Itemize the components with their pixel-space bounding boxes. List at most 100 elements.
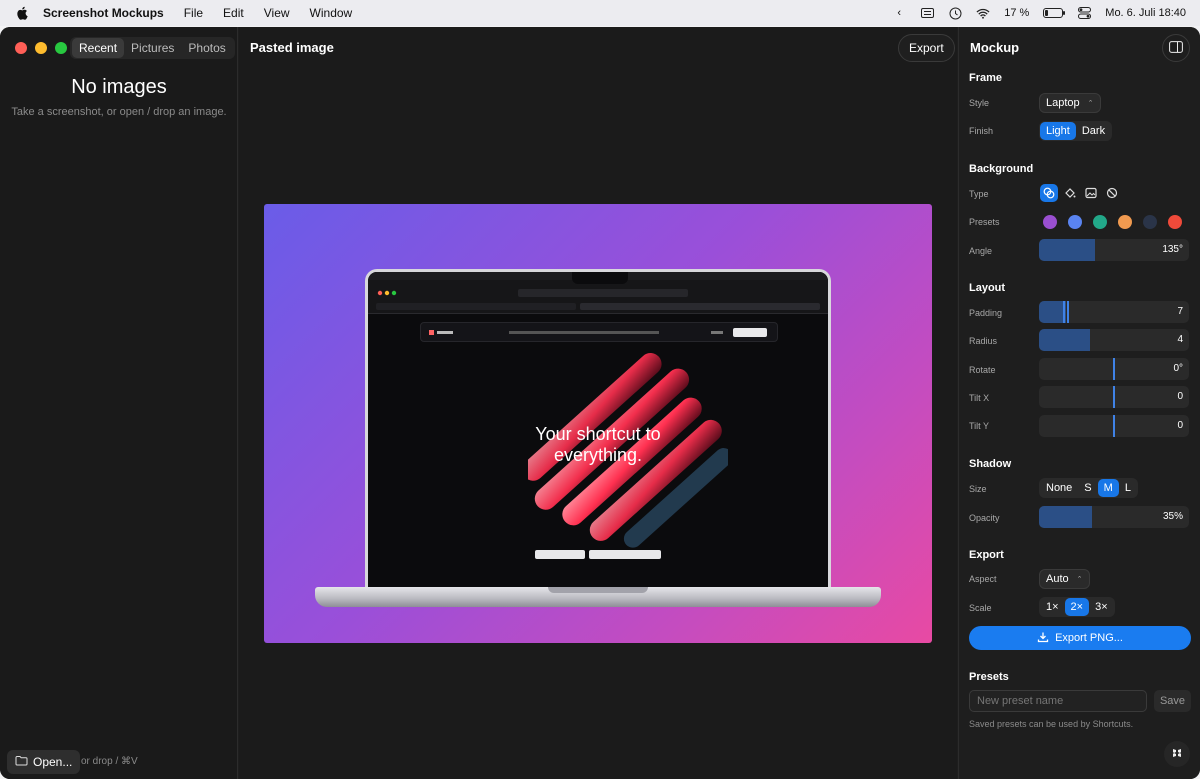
fill-bucket-icon[interactable] xyxy=(1061,184,1079,202)
presets-hint: Saved presets can be used by Shortcuts. xyxy=(969,719,1134,729)
preset-swatch-purple[interactable] xyxy=(1043,215,1057,229)
shortcuts-button[interactable] xyxy=(1164,741,1190,767)
scale-2x-option[interactable]: 2× xyxy=(1064,598,1090,616)
aspect-label: Aspect xyxy=(969,574,997,584)
minimize-window-button[interactable] xyxy=(35,42,47,54)
chevron-left-icon[interactable]: ‹ xyxy=(892,7,906,19)
export-png-button[interactable]: Export PNG... xyxy=(969,626,1191,650)
hero-button-mac xyxy=(535,550,585,559)
menu-file[interactable]: File xyxy=(184,6,203,20)
preset-swatch-orange[interactable] xyxy=(1118,215,1132,229)
tilt-y-slider[interactable]: 0 xyxy=(1039,415,1189,437)
radius-slider[interactable]: 4 xyxy=(1039,329,1189,351)
mockup-canvas[interactable]: Your shortcut to everything. xyxy=(264,204,932,643)
tilt-x-slider[interactable]: 0 xyxy=(1039,386,1189,408)
menu-edit[interactable]: Edit xyxy=(223,6,244,20)
battery-percentage: 17 % xyxy=(1004,7,1030,19)
laptop-screen: Your shortcut to everything. xyxy=(365,269,831,589)
download-icon xyxy=(1037,631,1049,646)
finish-light-option[interactable]: Light xyxy=(1040,122,1076,140)
padding-slider[interactable]: 7 xyxy=(1039,301,1189,323)
wifi-icon[interactable] xyxy=(976,7,990,19)
shadow-section-title: Shadow xyxy=(969,458,1012,470)
angle-slider-fill xyxy=(1039,239,1096,261)
no-background-icon[interactable] xyxy=(1103,184,1121,202)
shadow-opacity-value: 35% xyxy=(1162,511,1183,522)
tilt-y-slider-thumb[interactable] xyxy=(1113,415,1115,437)
preset-swatch-green[interactable] xyxy=(1093,215,1107,229)
style-select[interactable]: Laptop ⌃ xyxy=(1039,93,1101,113)
close-window-button[interactable] xyxy=(15,42,27,54)
rotate-slider[interactable]: 0° xyxy=(1039,358,1189,380)
shadow-size-segmented: None S M L xyxy=(1039,478,1138,498)
open-button[interactable]: Open... xyxy=(7,750,81,774)
chevron-updown-icon: ⌃ xyxy=(1087,100,1094,107)
menu-window[interactable]: Window xyxy=(310,6,353,20)
save-preset-button[interactable]: Save xyxy=(1154,690,1191,712)
gradient-type-icon[interactable] xyxy=(1040,184,1058,202)
preset-swatch-blue[interactable] xyxy=(1068,215,1082,229)
background-type-picker xyxy=(1040,184,1121,202)
angle-slider[interactable]: 135° xyxy=(1039,239,1189,261)
aspect-select-value: Auto xyxy=(1046,573,1069,585)
style-select-value: Laptop xyxy=(1046,97,1080,109)
rotate-slider-thumb[interactable] xyxy=(1113,358,1115,380)
source-tabs: Recent Pictures Photos xyxy=(70,37,235,59)
radius-label: Radius xyxy=(969,336,998,346)
clock[interactable]: Mo. 6. Juli 18:40 xyxy=(1105,7,1186,19)
hero-title: Your shortcut to everything. xyxy=(368,424,828,466)
open-button-label: Open... xyxy=(33,755,73,769)
mockup-settings-panel: Mockup Frame Style Laptop ⌃ Finish Light… xyxy=(958,27,1200,779)
shadow-none-option[interactable]: None xyxy=(1040,479,1078,497)
finish-dark-option[interactable]: Dark xyxy=(1076,122,1111,140)
preset-name-input[interactable] xyxy=(969,690,1147,712)
sidebar: Recent Pictures Photos No images Take a … xyxy=(0,27,238,779)
export-png-label: Export PNG... xyxy=(1055,632,1123,644)
finish-label: Finish xyxy=(969,126,994,136)
keyboard-icon[interactable] xyxy=(920,7,934,19)
shadow-s-option[interactable]: S xyxy=(1078,479,1097,497)
shadow-opacity-slider[interactable]: 35% xyxy=(1039,506,1189,528)
shadow-l-option[interactable]: L xyxy=(1119,479,1137,497)
menu-bar: Screenshot Mockups File Edit View Window… xyxy=(0,0,1200,26)
image-type-icon[interactable] xyxy=(1082,184,1100,202)
padding-value: 7 xyxy=(1177,306,1183,317)
apple-icon[interactable] xyxy=(16,6,28,20)
scale-3x-option[interactable]: 3× xyxy=(1089,598,1114,616)
tab-photos[interactable]: Photos xyxy=(181,38,232,58)
battery-icon[interactable] xyxy=(1043,8,1066,18)
app-name-menu[interactable]: Screenshot Mockups xyxy=(43,6,164,20)
time-machine-icon[interactable] xyxy=(948,7,962,19)
shadow-m-option[interactable]: M xyxy=(1097,479,1119,497)
tab-recent[interactable]: Recent xyxy=(72,38,125,58)
laptop-notch xyxy=(572,272,628,284)
tilt-x-value: 0 xyxy=(1177,391,1183,402)
layout-section-title: Layout xyxy=(969,282,1006,294)
tilt-x-slider-thumb[interactable] xyxy=(1113,386,1115,408)
control-center-icon[interactable] xyxy=(1077,7,1091,19)
background-section-title: Background xyxy=(969,163,1034,175)
sidebar-toggle-button[interactable] xyxy=(1162,34,1190,62)
hero-buttons xyxy=(368,550,828,559)
finish-segmented: Light Dark xyxy=(1039,121,1113,141)
padding-slider-thumb[interactable] xyxy=(1063,301,1065,323)
empty-state-title: No images xyxy=(71,76,167,98)
tab-pictures[interactable]: Pictures xyxy=(124,38,181,58)
scale-1x-option[interactable]: 1× xyxy=(1040,598,1065,616)
preset-swatch-dark[interactable] xyxy=(1143,215,1157,229)
export-button[interactable]: Export xyxy=(898,34,955,62)
rotate-value: 0° xyxy=(1173,363,1183,374)
rotate-label: Rotate xyxy=(969,365,996,375)
frame-section-title: Frame xyxy=(969,72,1003,84)
angle-value: 135° xyxy=(1162,244,1183,255)
preset-swatch-red[interactable] xyxy=(1168,215,1182,229)
background-presets xyxy=(1043,215,1182,229)
scale-segmented: 1× 2× 3× xyxy=(1039,597,1115,617)
zoom-window-button[interactable] xyxy=(55,42,67,54)
menu-view[interactable]: View xyxy=(264,6,290,20)
aspect-select[interactable]: Auto ⌃ xyxy=(1039,569,1090,589)
hero-button-windows xyxy=(589,550,661,559)
padding-slider-fill xyxy=(1039,301,1066,323)
shadow-opacity-label: Opacity xyxy=(969,513,1000,523)
site-navbar xyxy=(420,322,778,342)
